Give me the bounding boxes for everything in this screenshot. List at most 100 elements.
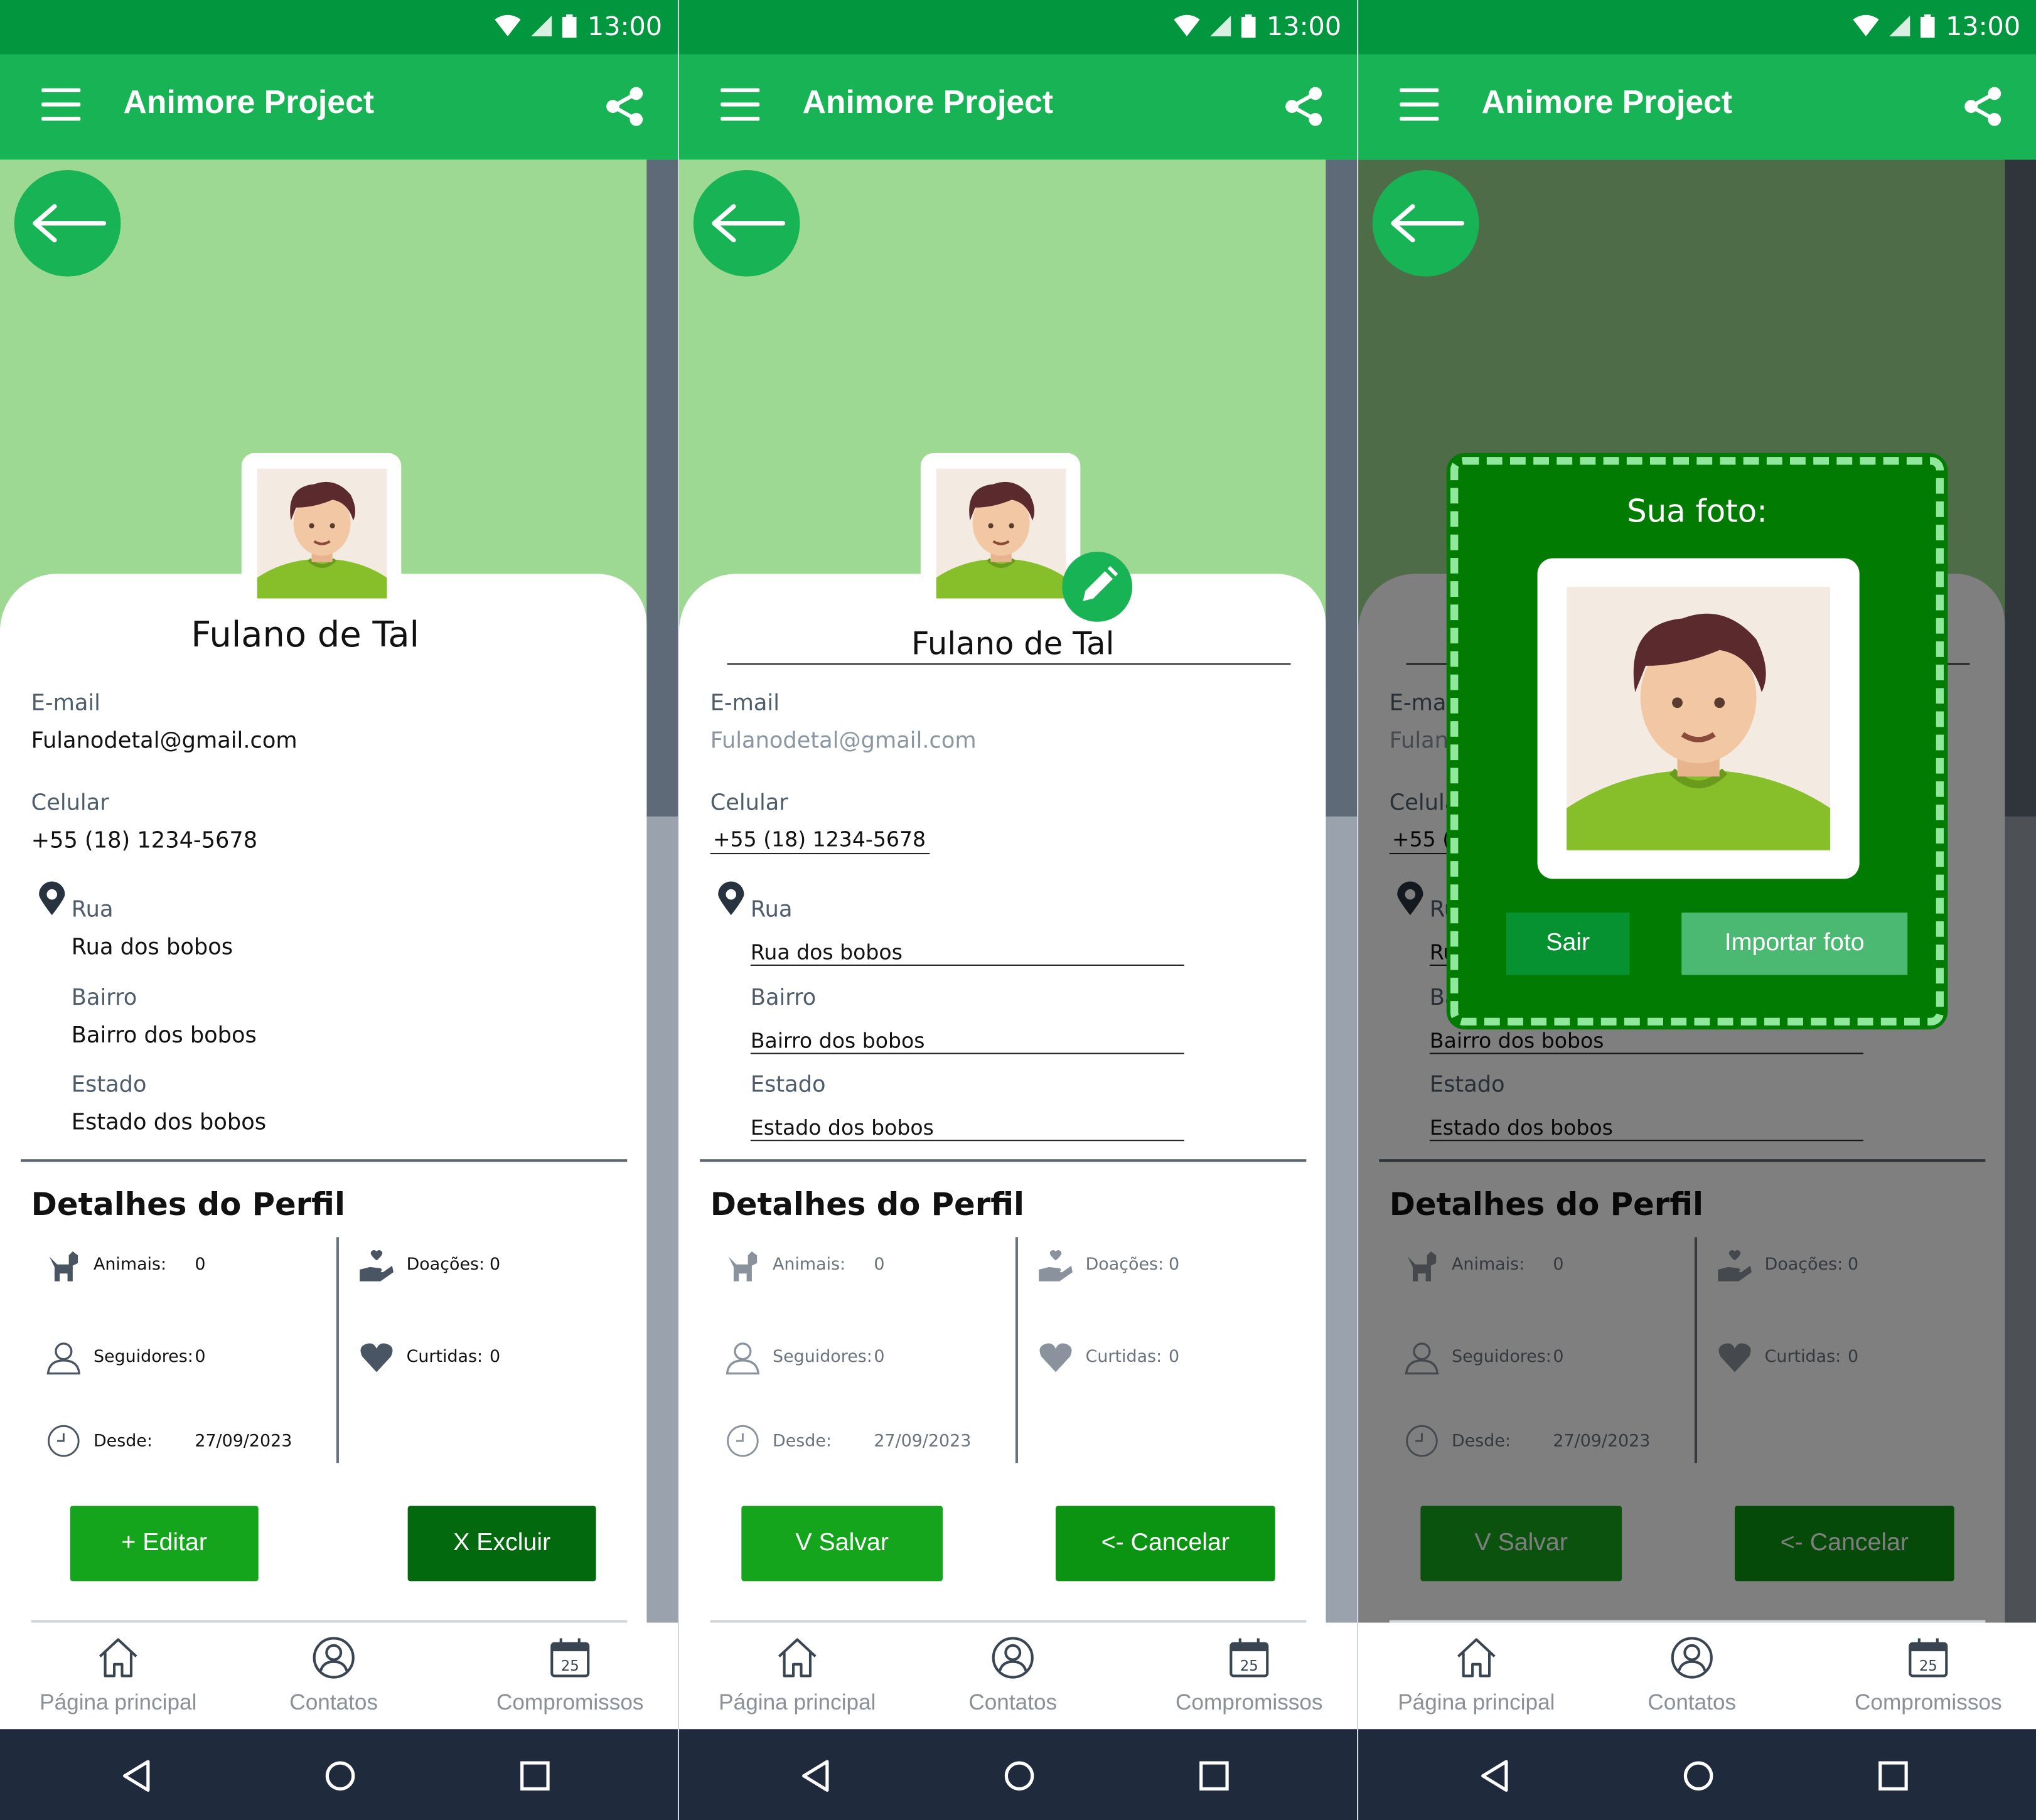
system-nav-bar [0,1729,678,1820]
screenshot: 13:00 Animore Project Fulano de Tal E-ma… [0,0,2036,1820]
stats-divider [336,1237,339,1464]
nav-recents-icon[interactable] [1199,1759,1230,1793]
state-label: Estado [750,1072,826,1098]
battery-icon [1921,14,1936,38]
system-nav-bar [679,1729,1358,1820]
animals-value: 0 [195,1255,206,1275]
email-value: Fulanodetal@gmail.com [31,728,297,754]
state-value: Estado dos bobos [71,1110,267,1136]
menu-icon[interactable] [41,88,81,122]
screen-edit-profile: 13:00 Animore Project Fulano de Tal E-ma… [679,0,1358,1820]
phone-input[interactable]: +55 (18) 1234-5678 [713,827,926,852]
phone-value: +55 (18) 1234-5678 [31,828,258,855]
tab-contacts[interactable]: Contatos [267,1635,400,1716]
scrollbar-thumb[interactable] [646,159,678,817]
back-arrow-icon [33,204,107,243]
calendar-day: 25 [1240,1658,1258,1674]
wifi-icon [1853,14,1880,36]
tab-home[interactable]: Página principal [705,1635,889,1716]
avatar[interactable] [920,452,1081,599]
tab-home[interactable]: Página principal [26,1635,210,1716]
nav-back-icon[interactable] [1479,1759,1510,1793]
battery-icon [1241,14,1256,38]
app-bar: Animore Project [0,54,678,160]
status-time: 13:00 [1945,10,2021,42]
nav-home-icon[interactable] [1683,1759,1714,1793]
since-label: Desde: [93,1432,153,1452]
share-icon[interactable] [1284,86,1323,127]
edit-button[interactable]: + Editar [70,1506,259,1582]
name-underline [727,663,1291,665]
tab-appointments-label: Compromissos [1176,1690,1323,1715]
dog-icon [728,1251,758,1282]
donations-value: 0 [489,1255,501,1275]
likes-label: Curtidas: [406,1347,483,1368]
wifi-icon [1174,14,1201,36]
donations-label: Doações: [1085,1255,1164,1275]
save-button[interactable]: V Salvar [741,1506,943,1582]
nav-recents-icon[interactable] [520,1759,551,1793]
phone-underline [710,853,930,855]
exit-button[interactable]: Sair [1506,913,1630,975]
tab-home-label: Página principal [40,1690,197,1715]
tab-appointments[interactable]: 25 Compromissos [1844,1635,2013,1716]
delete-button[interactable]: X Excluir [407,1506,596,1582]
home-icon [99,1638,137,1678]
share-icon[interactable] [605,86,644,127]
tab-appointments[interactable]: 25 Compromissos [1165,1635,1334,1716]
contacts-icon [1671,1637,1713,1679]
calendar-day: 25 [1919,1658,1937,1674]
menu-icon[interactable] [721,88,760,122]
nav-back-icon[interactable] [121,1759,152,1793]
menu-icon[interactable] [1400,88,1439,122]
import-photo-button[interactable]: Importar foto [1681,913,1908,975]
scrollbar-thumb[interactable] [1326,159,1358,817]
tab-contacts[interactable]: Contatos [946,1635,1079,1716]
profile-name: Fulano de Tal [191,615,420,656]
contacts-icon [313,1637,355,1679]
street-input[interactable]: Rua dos bobos [751,940,903,965]
street-label: Rua [71,897,114,923]
section-divider [21,1159,628,1162]
back-button[interactable] [1372,169,1479,277]
state-input[interactable]: Estado dos bobos [751,1115,934,1140]
cancel-button[interactable]: <- Cancelar [1056,1506,1275,1582]
back-button[interactable] [14,169,121,277]
nav-home-icon[interactable] [1004,1759,1035,1793]
followers-value: 0 [195,1347,206,1368]
tab-contacts[interactable]: Contatos [1626,1635,1758,1716]
phone-label: Celular [31,790,109,817]
share-icon[interactable] [1963,86,2002,127]
details-title: Detalhes do Perfil [710,1186,1025,1223]
bottom-tab-bar: Página principal Contatos 25 Compromisso… [1358,1622,2036,1730]
photo-preview [1537,558,1860,879]
tab-appointments[interactable]: 25 Compromissos [486,1635,655,1716]
heart-icon [1039,1343,1072,1373]
district-value: Bairro dos bobos [71,1022,257,1049]
calendar-icon: 25 [550,1638,590,1678]
edit-photo-button[interactable] [1062,552,1133,622]
profile-name-input[interactable]: Fulano de Tal [705,626,1321,662]
battery-icon [562,14,577,38]
tab-contacts-label: Contatos [289,1690,378,1715]
street-value: Rua dos bobos [71,934,233,961]
back-button[interactable] [693,169,800,277]
home-icon [778,1638,817,1678]
home-icon [1457,1638,1496,1678]
three-screens: 13:00 Animore Project Fulano de Tal E-ma… [0,0,2036,1820]
nav-home-icon[interactable] [324,1759,356,1793]
avatar [241,452,402,599]
since-value: 27/09/2023 [195,1432,292,1452]
district-input[interactable]: Bairro dos bobos [751,1028,925,1052]
nav-recents-icon[interactable] [1878,1759,1909,1793]
status-time: 13:00 [587,10,663,42]
pencil-icon [1083,565,1118,601]
app-title: Animore Project [123,84,375,121]
nav-back-icon[interactable] [800,1759,831,1793]
status-bar: 13:00 [679,0,1358,55]
status-bar: 13:00 [0,0,678,55]
photo-dialog-title: Sua foto: [1627,493,1767,530]
donation-icon [1039,1250,1073,1282]
followers-value: 0 [874,1347,885,1368]
tab-home[interactable]: Página principal [1384,1635,1568,1716]
